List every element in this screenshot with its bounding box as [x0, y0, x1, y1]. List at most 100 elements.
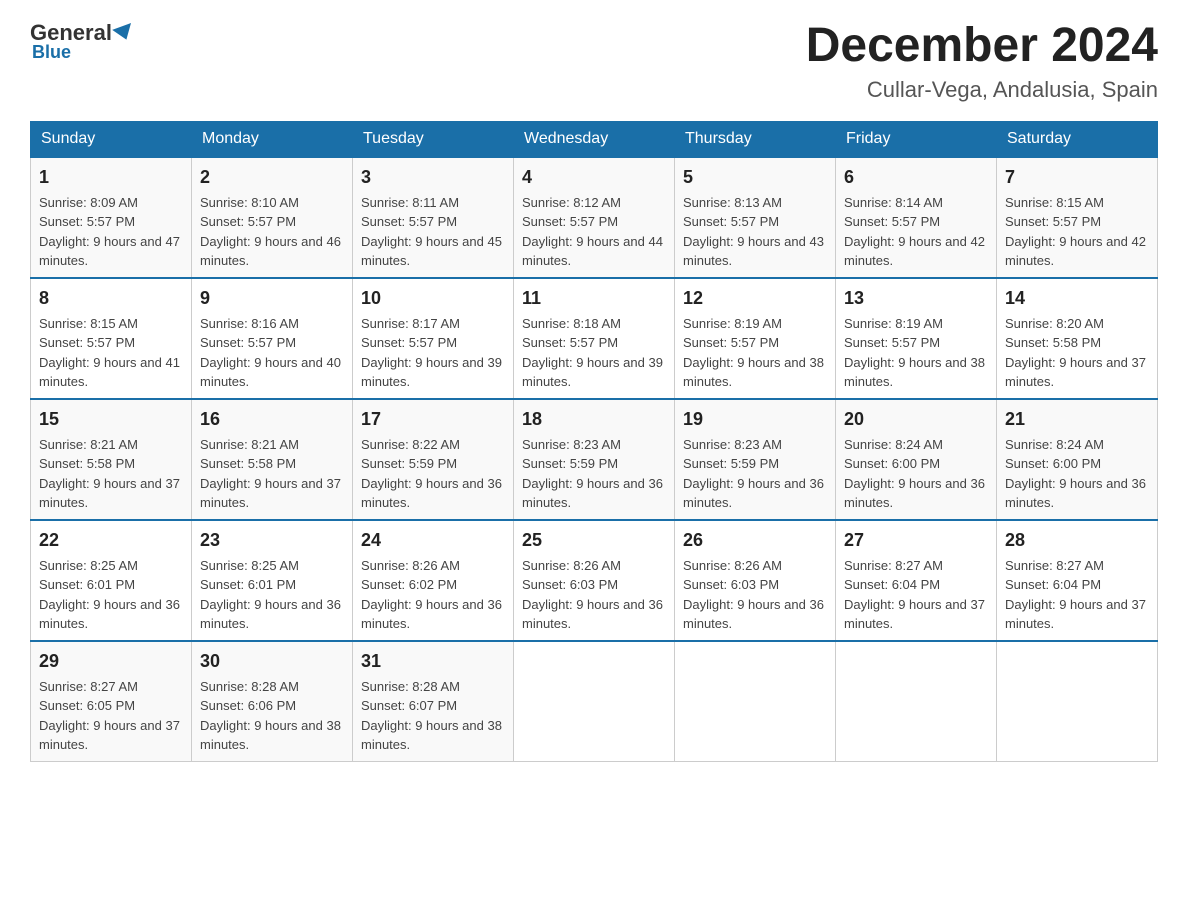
calendar-cell: 19 Sunrise: 8:23 AMSunset: 5:59 PMDaylig…	[675, 399, 836, 520]
calendar-cell: 12 Sunrise: 8:19 AMSunset: 5:57 PMDaylig…	[675, 278, 836, 399]
day-number: 31	[361, 648, 505, 675]
calendar-cell	[675, 641, 836, 762]
day-info: Sunrise: 8:22 AMSunset: 5:59 PMDaylight:…	[361, 437, 502, 511]
day-number: 17	[361, 406, 505, 433]
calendar-cell: 1 Sunrise: 8:09 AMSunset: 5:57 PMDayligh…	[31, 157, 192, 278]
calendar-cell: 22 Sunrise: 8:25 AMSunset: 6:01 PMDaylig…	[31, 520, 192, 641]
calendar-cell: 31 Sunrise: 8:28 AMSunset: 6:07 PMDaylig…	[353, 641, 514, 762]
day-info: Sunrise: 8:17 AMSunset: 5:57 PMDaylight:…	[361, 316, 502, 390]
page-header: General Blue December 2024 Cullar-Vega, …	[30, 20, 1158, 103]
day-info: Sunrise: 8:24 AMSunset: 6:00 PMDaylight:…	[1005, 437, 1146, 511]
day-number: 27	[844, 527, 988, 554]
calendar-cell: 21 Sunrise: 8:24 AMSunset: 6:00 PMDaylig…	[997, 399, 1158, 520]
day-number: 1	[39, 164, 183, 191]
day-number: 14	[1005, 285, 1149, 312]
location-title: Cullar-Vega, Andalusia, Spain	[806, 77, 1158, 103]
calendar-cell: 20 Sunrise: 8:24 AMSunset: 6:00 PMDaylig…	[836, 399, 997, 520]
day-number: 30	[200, 648, 344, 675]
calendar-cell: 29 Sunrise: 8:27 AMSunset: 6:05 PMDaylig…	[31, 641, 192, 762]
logo-blue-text: Blue	[32, 42, 71, 63]
day-number: 18	[522, 406, 666, 433]
calendar-cell: 15 Sunrise: 8:21 AMSunset: 5:58 PMDaylig…	[31, 399, 192, 520]
col-tuesday: Tuesday	[353, 121, 514, 157]
day-info: Sunrise: 8:19 AMSunset: 5:57 PMDaylight:…	[844, 316, 985, 390]
col-saturday: Saturday	[997, 121, 1158, 157]
day-info: Sunrise: 8:27 AMSunset: 6:05 PMDaylight:…	[39, 679, 180, 753]
week-row-3: 15 Sunrise: 8:21 AMSunset: 5:58 PMDaylig…	[31, 399, 1158, 520]
day-info: Sunrise: 8:21 AMSunset: 5:58 PMDaylight:…	[39, 437, 180, 511]
calendar-cell: 16 Sunrise: 8:21 AMSunset: 5:58 PMDaylig…	[192, 399, 353, 520]
day-info: Sunrise: 8:27 AMSunset: 6:04 PMDaylight:…	[1005, 558, 1146, 632]
day-info: Sunrise: 8:25 AMSunset: 6:01 PMDaylight:…	[200, 558, 341, 632]
day-info: Sunrise: 8:23 AMSunset: 5:59 PMDaylight:…	[683, 437, 824, 511]
day-number: 9	[200, 285, 344, 312]
calendar-cell: 11 Sunrise: 8:18 AMSunset: 5:57 PMDaylig…	[514, 278, 675, 399]
col-sunday: Sunday	[31, 121, 192, 157]
calendar-cell: 28 Sunrise: 8:27 AMSunset: 6:04 PMDaylig…	[997, 520, 1158, 641]
title-block: December 2024 Cullar-Vega, Andalusia, Sp…	[806, 20, 1158, 103]
day-info: Sunrise: 8:13 AMSunset: 5:57 PMDaylight:…	[683, 195, 824, 269]
day-number: 12	[683, 285, 827, 312]
day-info: Sunrise: 8:15 AMSunset: 5:57 PMDaylight:…	[1005, 195, 1146, 269]
day-number: 16	[200, 406, 344, 433]
day-info: Sunrise: 8:14 AMSunset: 5:57 PMDaylight:…	[844, 195, 985, 269]
day-info: Sunrise: 8:24 AMSunset: 6:00 PMDaylight:…	[844, 437, 985, 511]
calendar-cell: 7 Sunrise: 8:15 AMSunset: 5:57 PMDayligh…	[997, 157, 1158, 278]
day-info: Sunrise: 8:19 AMSunset: 5:57 PMDaylight:…	[683, 316, 824, 390]
calendar-cell	[997, 641, 1158, 762]
day-info: Sunrise: 8:10 AMSunset: 5:57 PMDaylight:…	[200, 195, 341, 269]
day-number: 23	[200, 527, 344, 554]
day-number: 15	[39, 406, 183, 433]
calendar-cell: 26 Sunrise: 8:26 AMSunset: 6:03 PMDaylig…	[675, 520, 836, 641]
calendar-cell	[836, 641, 997, 762]
day-number: 21	[1005, 406, 1149, 433]
day-info: Sunrise: 8:20 AMSunset: 5:58 PMDaylight:…	[1005, 316, 1146, 390]
day-info: Sunrise: 8:26 AMSunset: 6:03 PMDaylight:…	[522, 558, 663, 632]
day-info: Sunrise: 8:23 AMSunset: 5:59 PMDaylight:…	[522, 437, 663, 511]
day-number: 25	[522, 527, 666, 554]
day-number: 11	[522, 285, 666, 312]
week-row-5: 29 Sunrise: 8:27 AMSunset: 6:05 PMDaylig…	[31, 641, 1158, 762]
day-info: Sunrise: 8:26 AMSunset: 6:02 PMDaylight:…	[361, 558, 502, 632]
month-title: December 2024	[806, 20, 1158, 73]
col-monday: Monday	[192, 121, 353, 157]
day-number: 22	[39, 527, 183, 554]
calendar-cell: 5 Sunrise: 8:13 AMSunset: 5:57 PMDayligh…	[675, 157, 836, 278]
col-wednesday: Wednesday	[514, 121, 675, 157]
day-number: 6	[844, 164, 988, 191]
day-number: 24	[361, 527, 505, 554]
col-thursday: Thursday	[675, 121, 836, 157]
calendar-header-row: Sunday Monday Tuesday Wednesday Thursday…	[31, 121, 1158, 157]
calendar-cell: 8 Sunrise: 8:15 AMSunset: 5:57 PMDayligh…	[31, 278, 192, 399]
day-info: Sunrise: 8:28 AMSunset: 6:07 PMDaylight:…	[361, 679, 502, 753]
day-number: 8	[39, 285, 183, 312]
day-info: Sunrise: 8:25 AMSunset: 6:01 PMDaylight:…	[39, 558, 180, 632]
calendar-table: Sunday Monday Tuesday Wednesday Thursday…	[30, 121, 1158, 762]
day-info: Sunrise: 8:15 AMSunset: 5:57 PMDaylight:…	[39, 316, 180, 390]
day-info: Sunrise: 8:18 AMSunset: 5:57 PMDaylight:…	[522, 316, 663, 390]
day-number: 10	[361, 285, 505, 312]
calendar-cell: 23 Sunrise: 8:25 AMSunset: 6:01 PMDaylig…	[192, 520, 353, 641]
day-info: Sunrise: 8:27 AMSunset: 6:04 PMDaylight:…	[844, 558, 985, 632]
day-number: 5	[683, 164, 827, 191]
day-info: Sunrise: 8:26 AMSunset: 6:03 PMDaylight:…	[683, 558, 824, 632]
day-info: Sunrise: 8:12 AMSunset: 5:57 PMDaylight:…	[522, 195, 663, 269]
day-number: 19	[683, 406, 827, 433]
calendar-cell: 9 Sunrise: 8:16 AMSunset: 5:57 PMDayligh…	[192, 278, 353, 399]
calendar-cell: 25 Sunrise: 8:26 AMSunset: 6:03 PMDaylig…	[514, 520, 675, 641]
day-number: 3	[361, 164, 505, 191]
calendar-cell: 13 Sunrise: 8:19 AMSunset: 5:57 PMDaylig…	[836, 278, 997, 399]
day-info: Sunrise: 8:09 AMSunset: 5:57 PMDaylight:…	[39, 195, 180, 269]
day-number: 7	[1005, 164, 1149, 191]
day-number: 26	[683, 527, 827, 554]
calendar-cell: 24 Sunrise: 8:26 AMSunset: 6:02 PMDaylig…	[353, 520, 514, 641]
calendar-cell: 6 Sunrise: 8:14 AMSunset: 5:57 PMDayligh…	[836, 157, 997, 278]
calendar-cell: 27 Sunrise: 8:27 AMSunset: 6:04 PMDaylig…	[836, 520, 997, 641]
logo-triangle-icon	[112, 23, 136, 43]
col-friday: Friday	[836, 121, 997, 157]
day-info: Sunrise: 8:11 AMSunset: 5:57 PMDaylight:…	[361, 195, 502, 269]
calendar-cell: 3 Sunrise: 8:11 AMSunset: 5:57 PMDayligh…	[353, 157, 514, 278]
week-row-2: 8 Sunrise: 8:15 AMSunset: 5:57 PMDayligh…	[31, 278, 1158, 399]
day-number: 4	[522, 164, 666, 191]
day-info: Sunrise: 8:28 AMSunset: 6:06 PMDaylight:…	[200, 679, 341, 753]
